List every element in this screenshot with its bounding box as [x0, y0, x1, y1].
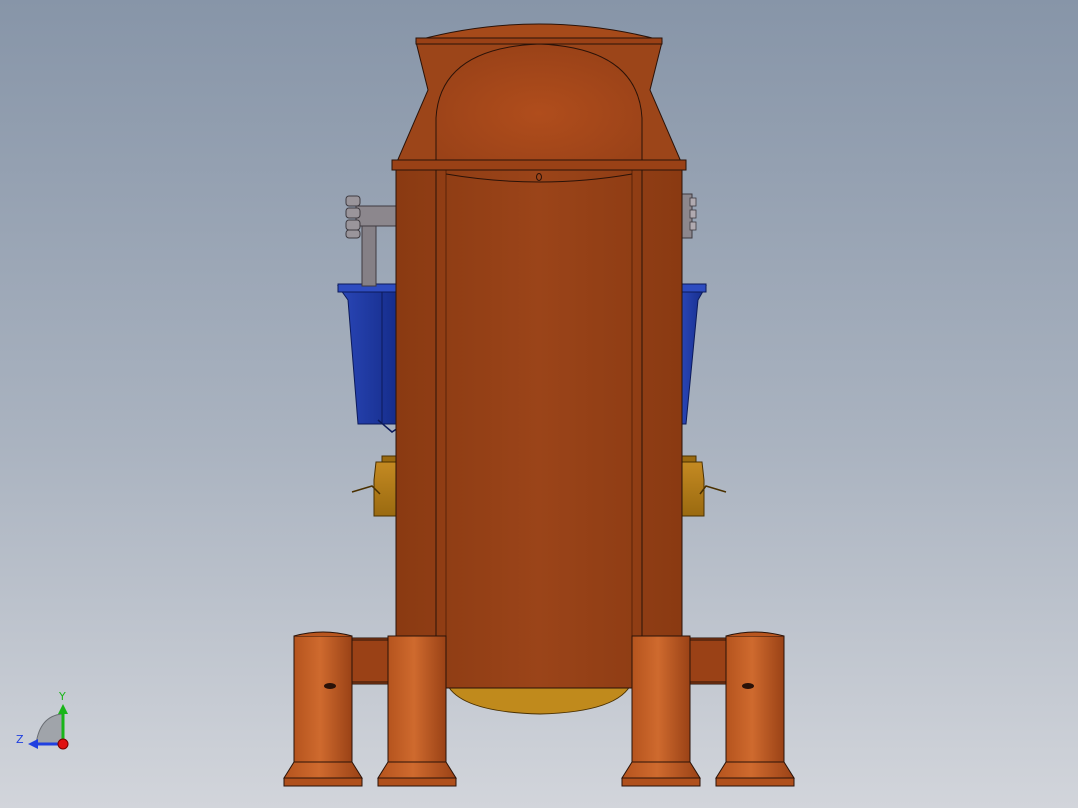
left-nozzle-assembly[interactable] [345, 195, 399, 287]
leg-inner-left[interactable] [377, 635, 457, 787]
triad-y-label: Y [58, 690, 66, 703]
vessel-top-head[interactable] [391, 23, 687, 171]
left-hopper[interactable] [337, 283, 399, 433]
triad-arc-icon [35, 713, 63, 745]
leg-inner-right[interactable] [621, 635, 701, 787]
x-axis-dot-icon [57, 738, 69, 750]
right-gold-bracket[interactable] [679, 455, 727, 517]
graphics-viewport[interactable]: Y Z [0, 0, 1078, 808]
right-hopper[interactable] [679, 283, 707, 425]
reference-triad: Y Z [16, 690, 69, 750]
z-axis-arrow-icon [28, 739, 38, 749]
leg-outer-right[interactable] [715, 631, 795, 787]
leg-outer-left[interactable] [283, 631, 363, 787]
vessel-body[interactable] [395, 167, 683, 689]
left-gold-bracket[interactable] [351, 455, 399, 517]
y-axis-arrow-icon [58, 704, 68, 714]
triad-z-label: Z [16, 733, 24, 746]
